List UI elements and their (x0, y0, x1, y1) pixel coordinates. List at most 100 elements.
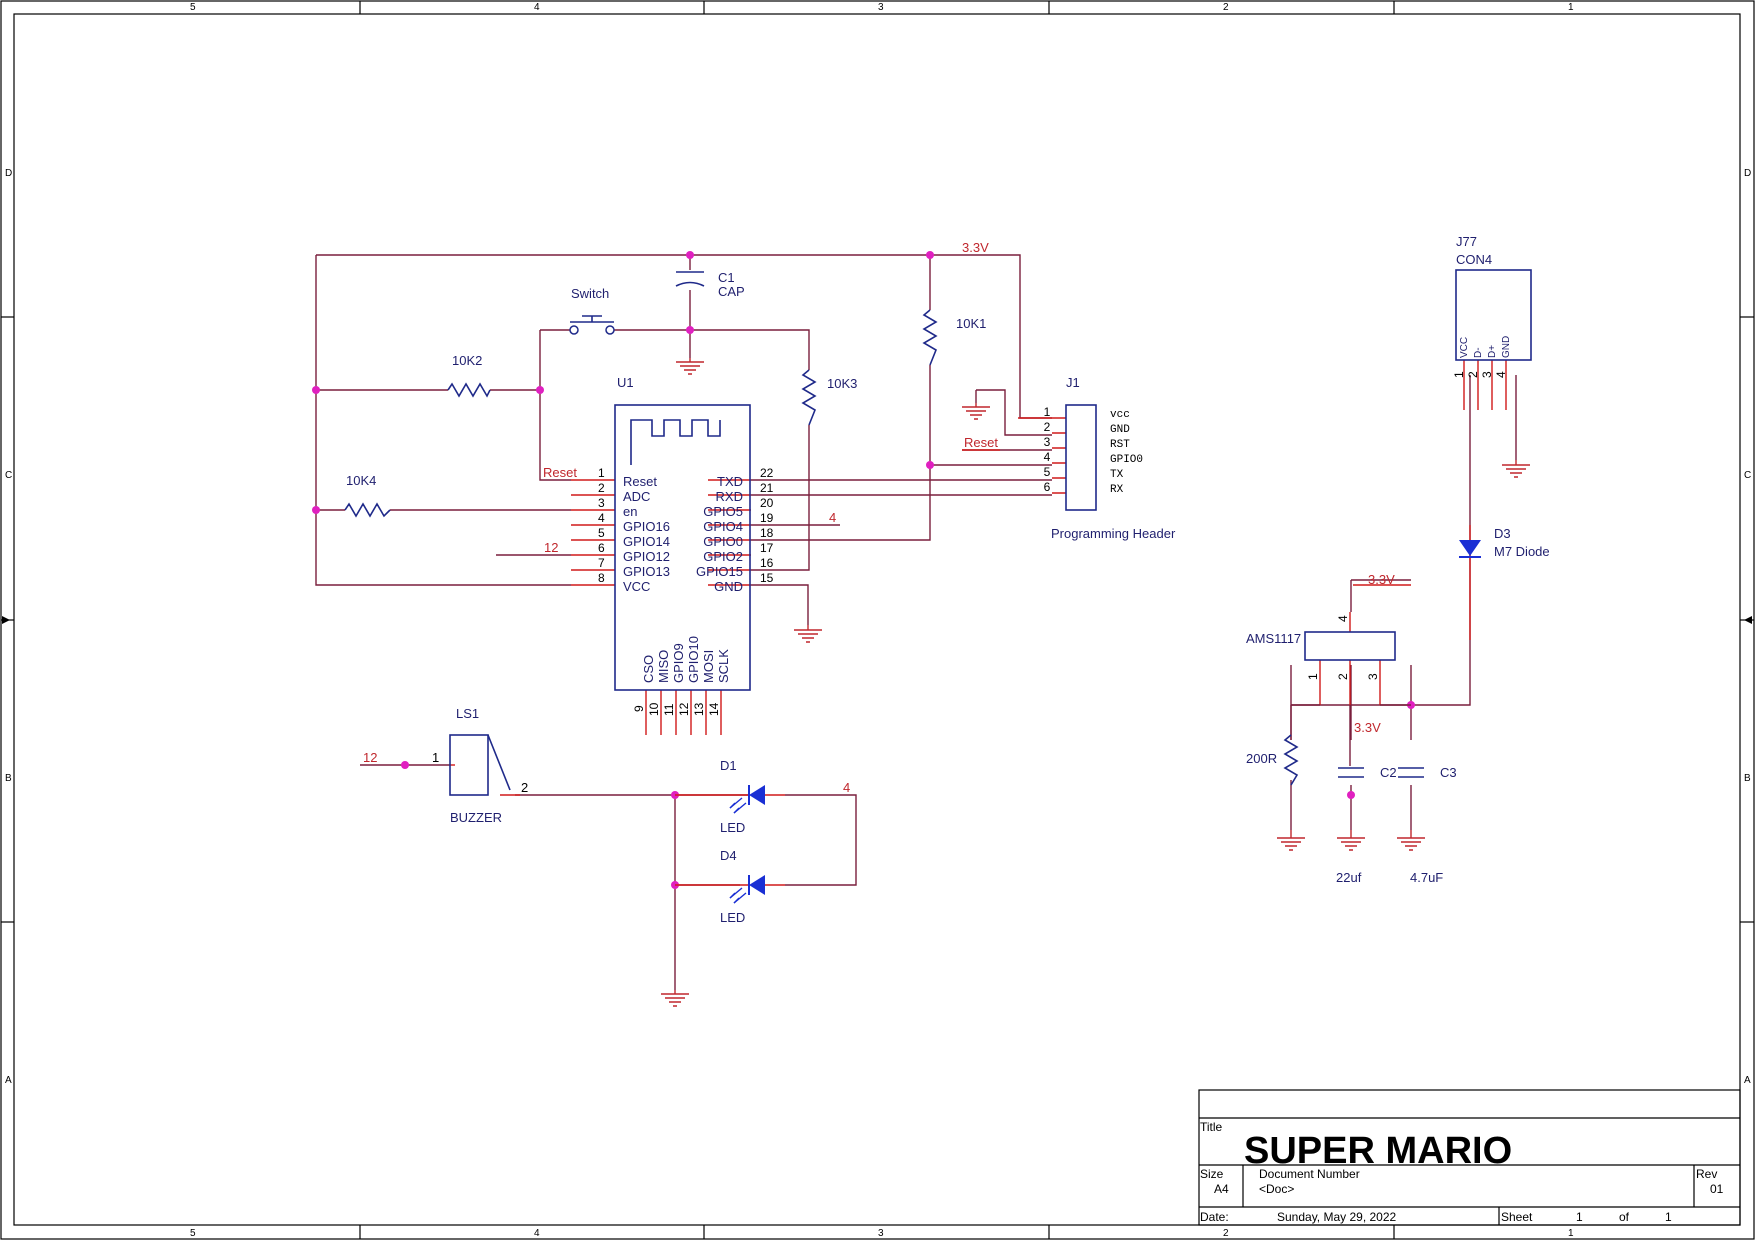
net-label-3v3-reg-in: 3.3V (1368, 572, 1395, 587)
d1-value: LED (720, 820, 745, 835)
frame-col-label: 5 (190, 1228, 196, 1239)
net-label-3v3-top: 3.3V (962, 240, 989, 255)
resistor-200r[interactable]: 200R (1246, 734, 1299, 786)
u1-pin-name: SCLK (716, 649, 731, 683)
document-title: SUPER MARIO (1244, 1130, 1512, 1172)
frame-row-label: C (1744, 470, 1751, 481)
u1-pin-name: GPIO16 (623, 519, 670, 534)
module-u1[interactable]: U1 1 2 3 4 5 6 7 8 Reset ADC en GPIO16 G… (598, 375, 774, 716)
c2-value: 22uf (1336, 870, 1362, 885)
frame-row-label: B (1744, 773, 1751, 784)
frame-row-label: D (5, 168, 12, 179)
connector-j77[interactable]: J77 CON4 VCC D- D+ GND 1 2 3 4 (1452, 234, 1532, 378)
u1-pin-name: GPIO5 (703, 504, 743, 519)
j77-pin-number: 1 (1452, 371, 1466, 378)
u1-pin-number: 22 (760, 466, 774, 480)
frame-col-label: 3 (878, 1228, 884, 1239)
c3-ref: C3 (1440, 765, 1457, 780)
j1-pin-name: TX (1110, 469, 1124, 481)
u1-pin-name: RXD (716, 489, 743, 504)
of-label: of (1619, 1210, 1630, 1224)
j77-value: CON4 (1456, 252, 1492, 267)
u1-left-pins: 1 2 3 4 5 6 7 8 Reset ADC en GPIO16 GPIO… (598, 466, 670, 594)
ground-symbol-icon (1502, 460, 1530, 478)
j77-pin-name: D- (1473, 347, 1484, 358)
rev-label: Rev (1696, 1167, 1717, 1181)
d3-value: M7 Diode (1494, 544, 1550, 559)
u1-pin-number: 6 (598, 541, 605, 555)
ls1-value: BUZZER (450, 810, 502, 825)
u1-pin-name: GPIO4 (703, 519, 743, 534)
capacitor-c3[interactable]: C3 4.7uF (1398, 765, 1457, 885)
net-label-12-u1: 12 (544, 540, 558, 555)
header-j1[interactable]: J1 1 2 3 4 5 6 vcc GND RST GPIO0 TX RX P… (1044, 375, 1176, 541)
u1-pin-name: ADC (623, 489, 650, 504)
resistor-10k2[interactable]: 10K2 (447, 353, 491, 398)
j1-caption: Programming Header (1051, 526, 1176, 541)
switch-button[interactable]: Switch (569, 286, 615, 335)
diode-d3[interactable]: D3 M7 Diode (1459, 526, 1550, 559)
junction-dot (312, 506, 320, 514)
net-label-4-u1: 4 (829, 510, 836, 525)
j77-pin-number: 4 (1494, 371, 1508, 378)
sheet-total: 1 (1665, 1210, 1672, 1224)
resistor-10k1[interactable]: 10K1 (922, 309, 986, 366)
ground-symbol-icon (1277, 830, 1305, 851)
ground-symbol-icon (794, 625, 822, 643)
doc-number-value: <Doc> (1259, 1182, 1294, 1196)
resistor-10k4[interactable]: 10K4 (344, 473, 391, 518)
ls1-pin2: 2 (521, 780, 528, 795)
u1-pin-name: VCC (623, 579, 650, 594)
u1-pin-number: 15 (760, 571, 774, 585)
j77-ref: J77 (1456, 234, 1477, 249)
u1-pin-number: 9 (632, 705, 646, 712)
u1-pin-name: MOSI (701, 650, 716, 683)
junction-dot (926, 461, 934, 469)
led-d1[interactable]: D1 LED (675, 758, 785, 835)
u1-bottom-pins: CSO MISO GPIO9 GPIO10 MOSI SCLK 9 10 11 … (632, 636, 731, 716)
capacitor-c2[interactable]: C2 22uf (1336, 765, 1397, 885)
frame-col-label: 4 (534, 1228, 540, 1239)
frame-row-label: A (5, 1075, 12, 1086)
sheet-label: Sheet (1501, 1210, 1533, 1224)
u1-pin-name: GPIO2 (703, 549, 743, 564)
ams-pin-number: 1 (1306, 673, 1320, 680)
pin-stubs (450, 360, 1507, 796)
u1-pin-name: en (623, 504, 637, 519)
r10k2-ref: 10K2 (452, 353, 482, 368)
u1-right-pins: 22 21 20 19 18 17 16 15 TXD RXD GPIO5 GP… (696, 466, 774, 594)
rev-value: 01 (1710, 1182, 1724, 1196)
u1-pin-number: 10 (647, 702, 661, 716)
capacitor-c1[interactable]: C1 CAP (675, 270, 745, 299)
j1-pin-number: 2 (1044, 420, 1051, 434)
ground-symbol-icon (1337, 830, 1365, 851)
net-label-4-d1: 4 (843, 780, 850, 795)
junction-dot (536, 386, 544, 394)
j1-pin-number: 6 (1044, 480, 1051, 494)
u1-pin-number: 4 (598, 511, 605, 525)
frame-col-label: 1 (1568, 2, 1574, 13)
u1-pin-number: 11 (662, 703, 676, 716)
frame-col-label: 3 (878, 2, 884, 13)
c3-value: 4.7uF (1410, 870, 1443, 885)
led-d4[interactable]: D4 LED (675, 848, 785, 925)
u1-pin-number: 5 (598, 526, 605, 540)
junction-dot (401, 761, 409, 769)
r10k4-ref: 10K4 (346, 473, 376, 488)
u1-pin-number: 20 (760, 496, 774, 510)
ls1-ref: LS1 (456, 706, 479, 721)
title-block: Title SUPER MARIO Size A4 Document Numbe… (1198, 1089, 1741, 1226)
j1-pin-name: RX (1110, 484, 1124, 496)
c1-ref: C1 (718, 270, 735, 285)
doc-number-label: Document Number (1259, 1167, 1360, 1181)
u1-pin-number: 7 (598, 556, 605, 570)
ams-pin-number: 3 (1366, 673, 1380, 680)
u1-pin-number: 3 (598, 496, 605, 510)
d1-ref: D1 (720, 758, 737, 773)
net-label-12-ls1: 12 (363, 750, 377, 765)
resistor-10k3[interactable]: 10K3 (801, 369, 857, 426)
u1-pin-name: GPIO13 (623, 564, 670, 579)
j1-pin-number: 4 (1044, 450, 1051, 464)
net-label-reset-u1: Reset (543, 465, 577, 480)
j1-ref: J1 (1066, 375, 1080, 390)
